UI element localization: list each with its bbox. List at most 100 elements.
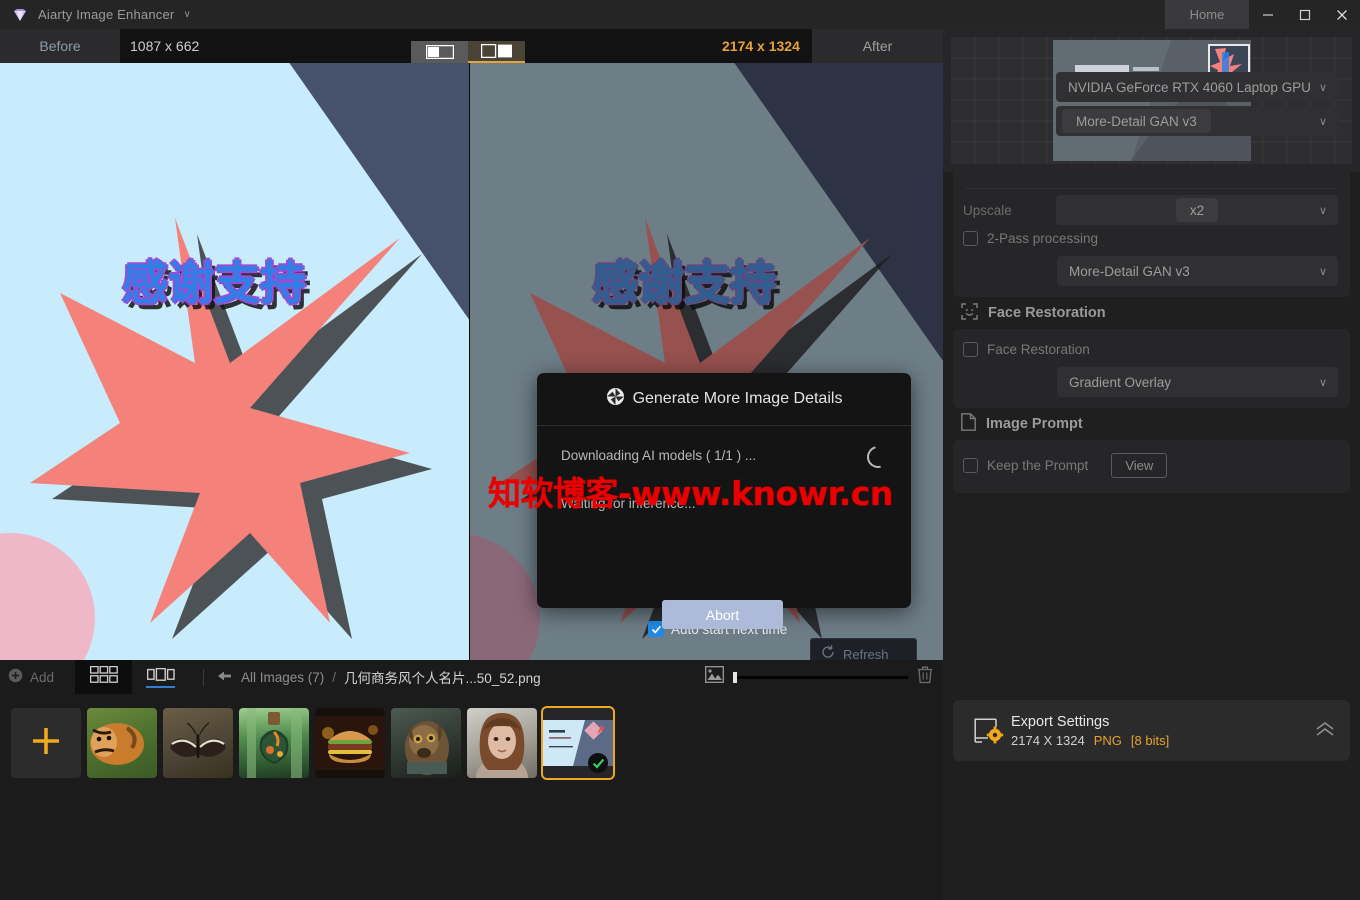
trash-icon[interactable] [917, 666, 933, 689]
business-card-thumbnail[interactable] [541, 706, 615, 780]
face-restoration-checkbox[interactable]: Face Restoration [953, 338, 1350, 363]
refresh-icon [820, 644, 836, 660]
minimize-icon[interactable] [1249, 0, 1286, 29]
close-icon[interactable] [1323, 0, 1360, 29]
settings-panel: More Details AI Hardware NVIDIA GeForce … [943, 29, 1360, 900]
two-pass-model-select[interactable]: More-Detail GAN v3 ∨ [1057, 256, 1338, 286]
checkbox-icon [963, 458, 978, 473]
image-prompt-card: Keep the Prompt View [953, 440, 1350, 493]
steampunk-dog-thumbnail[interactable] [391, 708, 461, 778]
compare-split-view-button[interactable] [468, 41, 525, 63]
section-title-image-prompt: Image Prompt [986, 416, 1083, 432]
grid-view-icon [89, 665, 118, 688]
export-texts: Export Settings 2174 X 1324 PNG [8 bits] [1011, 714, 1169, 748]
face-restoration-model-value: Gradient Overlay [1069, 374, 1172, 390]
filmstrip-view-icon [146, 667, 175, 686]
checkbox-icon [963, 231, 978, 246]
dialog-title: Generate More Image Details [632, 390, 843, 407]
keep-prompt-checkbox[interactable]: Keep the Prompt View [953, 449, 1350, 484]
arrow-left-icon[interactable] [218, 669, 233, 686]
export-title: Export Settings [1011, 713, 1110, 730]
keep-prompt-label: Keep the Prompt [987, 458, 1089, 473]
hardware-select[interactable]: NVIDIA GeForce RTX 4060 Laptop GPU ∨ [1056, 72, 1338, 102]
refresh-label: Refresh [843, 647, 889, 660]
chevron-down-icon[interactable]: ∨ [183, 9, 190, 20]
breadcrumb-separator: / [332, 669, 337, 685]
chevron-down-icon: ∨ [1318, 115, 1327, 128]
face-restoration-model-select[interactable]: Gradient Overlay ∨ [1057, 367, 1338, 397]
image-size-icon [705, 666, 724, 688]
section-header-image-prompt: Image Prompt [943, 408, 1360, 440]
export-depth: [8 bits] [1130, 732, 1170, 748]
compare-single-view-button[interactable] [411, 41, 468, 63]
window-controls: Home [1165, 0, 1360, 29]
grid-view-button[interactable] [75, 660, 132, 694]
refresh-button[interactable]: Refresh [811, 639, 916, 660]
card-divider [965, 188, 1338, 189]
thumbnail-size-slider[interactable] [733, 671, 908, 683]
export-dimensions: 2174 X 1324 [1011, 732, 1085, 748]
chevron-down-icon: ∨ [1318, 265, 1327, 278]
add-image-tile[interactable] [11, 708, 81, 778]
two-pass-label: 2-Pass processing [987, 231, 1099, 246]
breadcrumb: All Images (7) / 几何商务风个人名片...50_52.png [218, 667, 541, 687]
before-dimensions: 1087 x 662 [130, 38, 200, 54]
before-pane[interactable]: 感谢支持 [0, 63, 469, 660]
chevron-up-icon[interactable] [1314, 721, 1336, 741]
title-bar: Aiarty Image Enhancer ∨ Home [0, 0, 1360, 29]
gem-logo-icon [10, 5, 30, 25]
portrait-woman-thumbnail[interactable] [467, 708, 537, 778]
export-subtitle: 2174 X 1324 PNG [8 bits] [1011, 733, 1169, 748]
bottom-toolbar: Add All Images (7) / 几何商务风个人名片...50_52.p… [0, 660, 943, 694]
view-prompt-button[interactable]: View [1111, 453, 1168, 478]
breadcrumb-root[interactable]: All Images (7) [241, 670, 324, 685]
section-title-face-restoration: Face Restoration [988, 305, 1106, 321]
tiger-thumbnail[interactable] [87, 708, 157, 778]
butterfly-thumbnail[interactable] [163, 708, 233, 778]
face-scan-icon [961, 302, 978, 324]
upscale-select[interactable]: x2 ∨ [1056, 195, 1338, 225]
abort-button[interactable]: Abort [662, 600, 783, 629]
face-restoration-card: Face Restoration Gradient Overlay ∨ [953, 329, 1350, 408]
ai-model-select[interactable]: More-Detail GAN v3 ∨ [1056, 106, 1338, 136]
split-divider[interactable] [469, 63, 470, 660]
hardware-value: NVIDIA GeForce RTX 4060 Laptop GPU [1068, 79, 1311, 95]
artwork-text-after: 感谢支持 [592, 256, 776, 310]
slider-handle[interactable] [733, 671, 737, 683]
chevron-down-icon: ∨ [1318, 376, 1327, 389]
thumbnail-size-controls [705, 666, 943, 689]
two-pass-checkbox[interactable]: 2-Pass processing [953, 227, 1350, 252]
burger-thumbnail[interactable] [315, 708, 385, 778]
breadcrumb-file: 几何商务风个人名片...50_52.png [344, 671, 541, 686]
terrarium-thumbnail[interactable] [239, 708, 309, 778]
app-title: Aiarty Image Enhancer [38, 7, 175, 22]
artwork-text-before: 感谢支持 [122, 256, 306, 310]
add-label: Add [30, 669, 55, 685]
image-info-bar: Before 1087 x 662 2174 x 1324 After [0, 29, 943, 63]
section-header-face-restoration: Face Restoration [943, 297, 1360, 329]
app-window: Aiarty Image Enhancer ∨ Home Before 1087… [0, 0, 1360, 900]
compare-mode-toggle [411, 41, 525, 63]
viewer-zoom-group: Refresh 100% ∨ [810, 638, 917, 660]
upscale-label: Upscale [963, 202, 1012, 218]
upscale-value: x2 [1175, 198, 1219, 222]
toolbar-divider [203, 668, 204, 686]
export-format: PNG [1093, 732, 1122, 748]
home-button[interactable]: Home [1165, 0, 1249, 29]
chevron-down-icon: ∨ [1318, 204, 1327, 217]
tab-after[interactable]: After [812, 29, 943, 63]
maximize-icon[interactable] [1286, 0, 1323, 29]
export-settings-bar[interactable]: Export Settings 2174 X 1324 PNG [8 bits] [953, 700, 1350, 761]
plus-icon [29, 724, 63, 763]
face-restoration-label: Face Restoration [987, 342, 1090, 357]
upscale-row: Upscale x2 ∨ [953, 193, 1350, 227]
tab-before[interactable]: Before [0, 29, 120, 63]
watermark-text: 知软博客-www.knowr.cn [488, 474, 893, 513]
before-artwork: 感谢支持 [0, 63, 469, 660]
add-button[interactable]: Add [0, 660, 75, 694]
aperture-icon [606, 387, 625, 411]
image-viewer[interactable]: 感谢支持 感谢支持 Auto start next time Refresh G… [0, 63, 943, 660]
filmstrip-view-button[interactable] [132, 660, 189, 694]
download-status: Downloading AI models ( 1/1 ) ... [561, 448, 757, 463]
dialog-header: Generate More Image Details [537, 373, 911, 426]
